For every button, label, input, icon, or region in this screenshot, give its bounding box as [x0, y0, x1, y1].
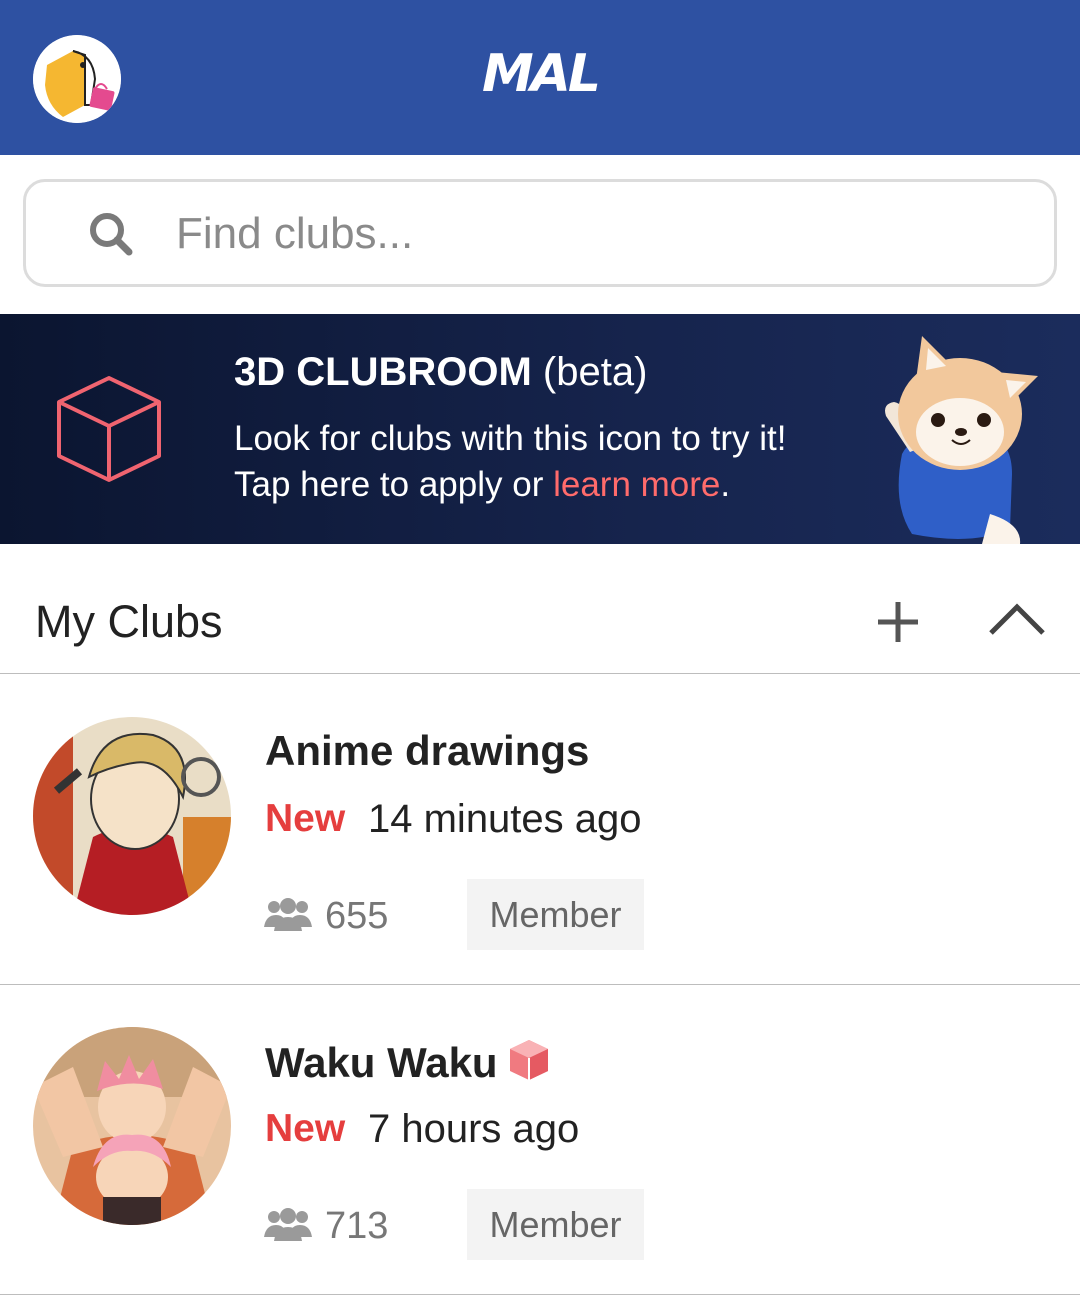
club-avatar	[33, 1027, 231, 1225]
my-clubs-header: My Clubs	[0, 544, 1080, 674]
member-count: 655	[325, 895, 389, 937]
club-list-item[interactable]: Waku Waku New 7 hours ago 713 Member	[0, 985, 1080, 1295]
new-badge: New	[265, 797, 346, 840]
banner-title: 3D CLUBROOM (beta)	[234, 350, 648, 394]
club-avatar-image	[33, 717, 231, 915]
club-list-item[interactable]: Anime drawings New 14 minutes ago 655 Me…	[0, 675, 1080, 985]
cube-icon	[57, 376, 161, 482]
plus-icon[interactable]	[872, 596, 924, 648]
last-activity-time: 7 hours ago	[368, 1107, 580, 1151]
club-search-box[interactable]	[23, 179, 1057, 287]
3d-clubroom-cube-icon	[509, 1040, 548, 1080]
chevron-up-icon[interactable]	[985, 599, 1049, 639]
membership-status-badge: Member	[467, 1189, 644, 1260]
search-icon	[90, 213, 133, 256]
membership-status-badge: Member	[467, 879, 644, 950]
banner-description: Look for clubs with this icon to try it!	[234, 419, 787, 458]
club-avatar	[33, 717, 231, 915]
member-count: 713	[325, 1205, 389, 1247]
clubroom-banner[interactable]: 3D CLUBROOM (beta) Look for clubs with t…	[0, 314, 1080, 544]
club-avatar-image	[33, 1027, 231, 1225]
app-header: MAL	[0, 0, 1080, 155]
learn-more-link[interactable]: learn more	[553, 465, 720, 504]
my-clubs-title: My Clubs	[35, 596, 223, 647]
shiba-mascot-image	[885, 336, 1038, 544]
users-icon	[264, 1208, 312, 1241]
search-input[interactable]	[176, 206, 996, 262]
club-name: Waku Waku	[265, 1037, 552, 1087]
users-icon	[264, 898, 312, 931]
new-badge: New	[265, 1107, 346, 1150]
last-activity-time: 14 minutes ago	[368, 797, 642, 841]
banner-apply-text: Tap here to apply or learn more.	[234, 465, 731, 504]
mal-logo: MAL	[481, 44, 601, 104]
club-name: Anime drawings	[265, 727, 590, 774]
